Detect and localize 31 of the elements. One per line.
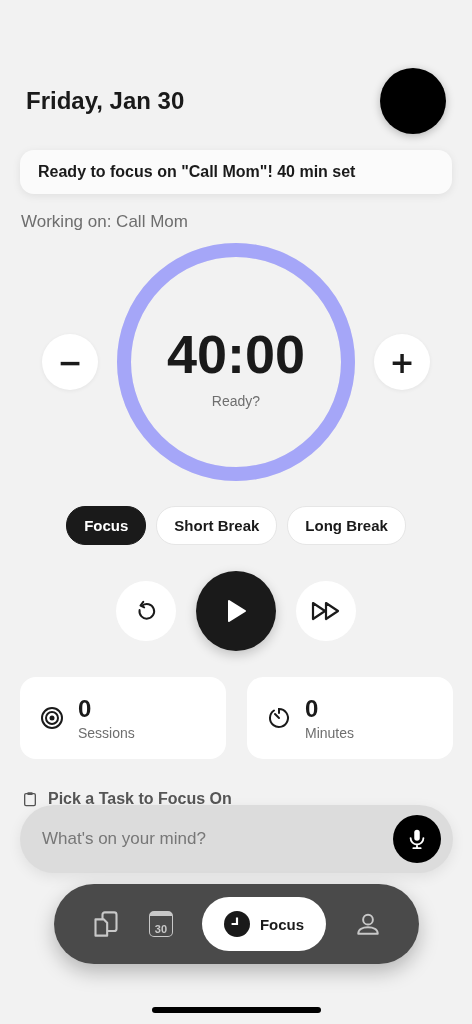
mode-tab[interactable]: Short Break bbox=[156, 506, 278, 545]
decrease-button[interactable]: − bbox=[42, 334, 98, 390]
stat-value: 0 bbox=[78, 695, 93, 723]
target-icon bbox=[40, 706, 64, 730]
stat-label: Sessions bbox=[78, 725, 135, 741]
nav-tab[interactable]: 30 bbox=[148, 897, 173, 951]
documents-icon bbox=[92, 910, 120, 938]
working-on-label: Working on: Call Mom bbox=[21, 212, 189, 232]
stat-label: Minutes bbox=[305, 725, 355, 741]
play-button[interactable] bbox=[196, 571, 276, 651]
timer-status: Ready? bbox=[211, 393, 261, 409]
stopwatch-icon bbox=[267, 706, 291, 730]
microphone-button[interactable] bbox=[393, 815, 441, 863]
status-banner: Ready to focus on "Call Mom"! 40 min set bbox=[20, 150, 452, 194]
reset-icon bbox=[135, 600, 157, 622]
clipboard-icon bbox=[22, 791, 38, 807]
mode-tab[interactable]: Focus bbox=[66, 506, 147, 545]
calendar-icon: 30 bbox=[148, 911, 173, 937]
nav-tab[interactable]: Focus bbox=[201, 897, 327, 951]
mode-tab[interactable]: Long Break bbox=[287, 506, 406, 545]
date-title: Friday, Jan 30 bbox=[26, 87, 185, 115]
timer-time: 40:00 bbox=[166, 323, 306, 385]
stat-value: 0 bbox=[305, 695, 320, 723]
fast-forward-icon bbox=[311, 601, 341, 621]
text-input[interactable]: What's on your mind? bbox=[40, 828, 393, 850]
person-icon bbox=[355, 911, 381, 937]
avatar[interactable] bbox=[380, 68, 446, 134]
section-title: Pick a Task to Focus On bbox=[48, 790, 232, 808]
increase-button[interactable]: + bbox=[374, 334, 430, 390]
clock-icon bbox=[223, 911, 250, 937]
input-field[interactable]: What's on your mind? bbox=[20, 805, 453, 873]
